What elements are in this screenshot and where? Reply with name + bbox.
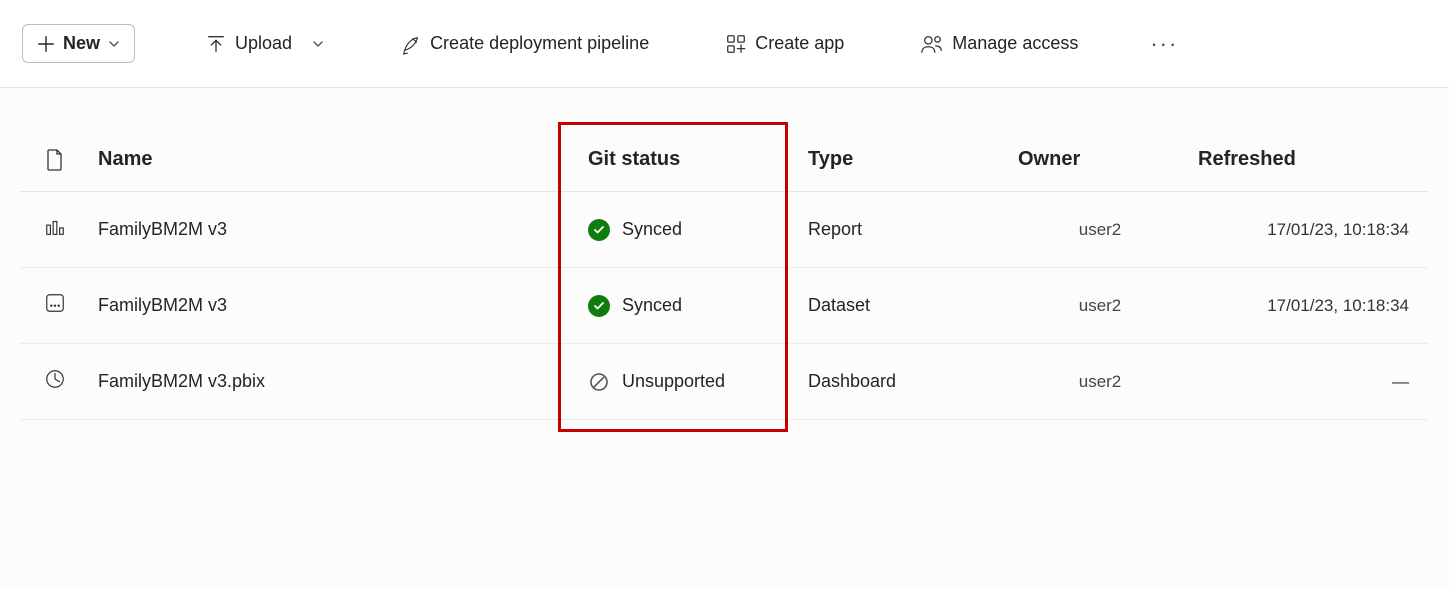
row-owner: user2 (1010, 268, 1190, 344)
header-git-status[interactable]: Git status (580, 128, 800, 192)
unsupported-icon (588, 371, 610, 393)
create-app-label: Create app (755, 33, 844, 54)
row-owner: user2 (1010, 192, 1190, 268)
header-icon (20, 128, 90, 192)
header-refreshed[interactable]: Refreshed (1190, 128, 1429, 192)
table-row[interactable]: FamilyBM2M v3 Synced Datasetuser217/01/23,… (20, 268, 1429, 344)
table-row[interactable]: FamilyBM2M v3 Synced Reportuser217/01/23, … (20, 192, 1429, 268)
create-pipeline-label: Create deployment pipeline (430, 33, 649, 54)
manage-access-button[interactable]: Manage access (906, 25, 1092, 63)
new-button[interactable]: New (22, 24, 135, 63)
upload-button[interactable]: Upload (191, 25, 338, 63)
row-name[interactable]: FamilyBM2M v3.pbix (90, 344, 580, 420)
row-type-icon (20, 344, 90, 420)
manage-access-label: Manage access (952, 33, 1078, 54)
app-icon (725, 33, 747, 55)
toolbar: New Upload Create deployment pipeline Cr… (0, 0, 1449, 88)
row-git-status: Synced (580, 268, 800, 344)
items-table: Name Git status Type Owner Refreshed Fam… (20, 128, 1429, 420)
git-status-text: Synced (622, 219, 682, 240)
plus-icon (37, 35, 55, 53)
table-header-row: Name Git status Type Owner Refreshed (20, 128, 1429, 192)
more-icon: ··· (1150, 31, 1178, 57)
header-name[interactable]: Name (90, 128, 580, 192)
chevron-down-icon (108, 38, 120, 50)
row-refreshed: 17/01/23, 10:18:34 (1190, 268, 1429, 344)
create-pipeline-button[interactable]: Create deployment pipeline (386, 25, 663, 63)
row-refreshed: — (1190, 344, 1429, 420)
check-circle-icon (588, 219, 610, 241)
git-status-text: Unsupported (622, 371, 725, 392)
create-app-button[interactable]: Create app (711, 25, 858, 63)
upload-label: Upload (235, 33, 292, 54)
upload-icon (205, 33, 227, 55)
row-type: Report (800, 192, 1010, 268)
new-label: New (63, 33, 100, 54)
row-type: Dashboard (800, 344, 1010, 420)
file-icon (46, 149, 64, 171)
people-icon (920, 33, 944, 55)
row-git-status: Unsupported (580, 344, 800, 420)
row-type-icon (20, 192, 90, 268)
row-owner: user2 (1010, 344, 1190, 420)
row-type-icon (20, 268, 90, 344)
git-status-text: Synced (622, 295, 682, 316)
row-name[interactable]: FamilyBM2M v3 (90, 192, 580, 268)
row-refreshed: 17/01/23, 10:18:34 (1190, 192, 1429, 268)
header-type[interactable]: Type (800, 128, 1010, 192)
rocket-icon (400, 33, 422, 55)
chevron-down-icon (312, 38, 324, 50)
row-git-status: Synced (580, 192, 800, 268)
content-area: Name Git status Type Owner Refreshed Fam… (0, 128, 1449, 420)
more-button[interactable]: ··· (1136, 23, 1192, 65)
header-owner[interactable]: Owner (1010, 128, 1190, 192)
check-circle-icon (588, 295, 610, 317)
row-type: Dataset (800, 268, 1010, 344)
table-row[interactable]: FamilyBM2M v3.pbix Unsupported Dashboardus… (20, 344, 1429, 420)
row-name[interactable]: FamilyBM2M v3 (90, 268, 580, 344)
